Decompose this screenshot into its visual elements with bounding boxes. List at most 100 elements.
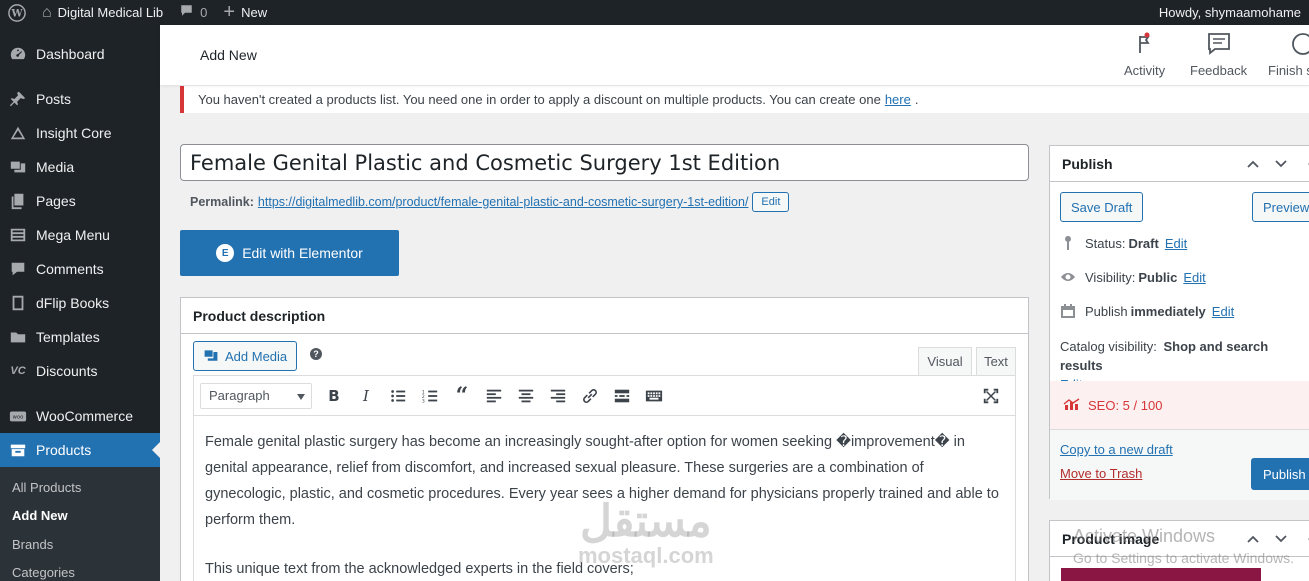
notice-here-link[interactable]: here: [885, 92, 911, 107]
permalink: Permalink: https://digitalmedlib.com/pro…: [190, 191, 790, 213]
insert-link-button[interactable]: [574, 382, 606, 410]
publish-button[interactable]: Publish: [1251, 458, 1309, 490]
page-header: Add New Activity Feedback Finish s: [160, 25, 1309, 85]
sidebar-item-products[interactable]: Products: [0, 433, 160, 467]
comments-count: 0: [200, 5, 208, 20]
svg-text:woo: woo: [13, 415, 24, 421]
sidebar-item-mega-menu[interactable]: Mega Menu: [0, 218, 160, 252]
visibility-row: Visibility: Public Edit: [1060, 269, 1206, 285]
visibility-value: Public: [1138, 269, 1178, 285]
book-icon: [8, 294, 28, 312]
blockquote-button[interactable]: “: [446, 382, 478, 410]
site-name-link[interactable]: ⌂ Digital Medical Lib: [34, 0, 171, 25]
feedback-button[interactable]: Feedback: [1190, 31, 1247, 78]
media-icon: [204, 350, 218, 361]
publish-date-value: immediately: [1130, 303, 1206, 319]
box-arrows: [1246, 157, 1309, 171]
toggle-arrow-icon[interactable]: [1302, 157, 1309, 171]
move-to-trash-link[interactable]: Move to Trash: [1060, 466, 1142, 481]
read-more-button[interactable]: [606, 382, 638, 410]
copy-to-draft-link[interactable]: Copy to a new draft: [1060, 442, 1173, 457]
menu-icon: [8, 226, 28, 244]
page-title: Add New: [200, 47, 257, 63]
submenu-all-products[interactable]: All Products: [0, 473, 160, 502]
format-select[interactable]: Paragraph: [200, 382, 312, 409]
align-left-button[interactable]: [478, 382, 510, 410]
mostaql-logo-text: مستقل: [580, 497, 712, 546]
sidebar-item-comments[interactable]: Comments: [0, 252, 160, 286]
sidebar-item-posts[interactable]: Posts: [0, 82, 160, 116]
status-row: Status: Draft Edit: [1060, 235, 1187, 251]
sidebar-item-insight-core[interactable]: Insight Core: [0, 116, 160, 150]
home-icon: ⌂: [42, 3, 52, 21]
publish-date-edit-link[interactable]: Edit: [1212, 304, 1234, 319]
edit-with-elementor-button[interactable]: E Edit with Elementor: [180, 230, 399, 276]
submenu-brands[interactable]: Brands: [0, 530, 160, 559]
permalink-edit-button[interactable]: Edit: [752, 192, 790, 212]
elementor-icon: E: [216, 244, 235, 262]
folder-icon: [8, 328, 28, 346]
sidebar-item-templates[interactable]: Templates: [0, 320, 160, 354]
tab-text[interactable]: Text: [976, 347, 1016, 375]
tab-visual[interactable]: Visual: [918, 347, 972, 375]
align-center-button[interactable]: [510, 382, 542, 410]
product-image-thumbnail[interactable]: [1061, 568, 1261, 581]
numbered-list-button[interactable]: 123: [414, 382, 446, 410]
add-media-button[interactable]: Add Media: [193, 341, 298, 371]
comment-icon: [8, 260, 28, 278]
align-left-icon: [486, 389, 502, 402]
visibility-edit-link[interactable]: Edit: [1183, 270, 1205, 285]
numbered-list-icon: 123: [422, 389, 438, 404]
new-content-link[interactable]: + New: [215, 0, 275, 25]
circle-icon: [1292, 33, 1309, 55]
activity-button[interactable]: Activity: [1124, 31, 1165, 78]
catalog-visibility-label: Catalog visibility:: [1060, 339, 1157, 354]
align-center-icon: [518, 389, 534, 402]
status-edit-link[interactable]: Edit: [1165, 236, 1187, 251]
help-icon[interactable]: ?: [310, 348, 322, 360]
chevron-up-icon[interactable]: [1246, 157, 1260, 171]
italic-button[interactable]: I: [350, 382, 382, 410]
description-title: Product description: [181, 298, 1028, 334]
pin-icon: [8, 90, 28, 108]
sidebar-item-discounts[interactable]: VC Discounts: [0, 354, 160, 388]
preview-button[interactable]: Preview: [1252, 192, 1309, 222]
sidebar-item-woocommerce[interactable]: woo WooCommerce: [0, 399, 160, 433]
sidebar-item-label: Dashboard: [36, 46, 105, 62]
sidebar-item-label: Templates: [36, 329, 100, 345]
bullet-list-button[interactable]: [382, 382, 414, 410]
visibility-label: Visibility:: [1085, 269, 1136, 285]
bold-button[interactable]: B: [318, 382, 350, 410]
feedback-icon: [1207, 33, 1230, 55]
toolbar-toggle-button[interactable]: [638, 382, 670, 410]
chevron-down-icon[interactable]: [1274, 157, 1288, 171]
howdy-text: Howdy, shymaamohame: [1158, 5, 1301, 20]
sidebar-item-dashboard[interactable]: Dashboard: [0, 37, 160, 71]
finish-setup-button[interactable]: Finish s: [1268, 31, 1309, 78]
toggle-arrow-icon[interactable]: [1302, 532, 1309, 546]
publish-date-row: Publish immediately Edit: [1060, 303, 1234, 319]
user-account-link[interactable]: Howdy, shymaamohame: [1151, 0, 1309, 25]
submenu-categories[interactable]: Categories: [0, 559, 160, 581]
discount-icon: VC: [10, 365, 26, 377]
save-draft-button[interactable]: Save Draft: [1060, 192, 1144, 222]
sidebar-item-label: Mega Menu: [36, 227, 110, 243]
sidebar-item-dflip-books[interactable]: dFlip Books: [0, 286, 160, 320]
fullscreen-icon: [983, 388, 999, 404]
permalink-slug: female-genital-plastic-and-cosmetic-surg…: [440, 195, 749, 209]
new-label: New: [241, 5, 268, 20]
sidebar-item-media[interactable]: Media: [0, 150, 160, 184]
align-right-button[interactable]: [542, 382, 574, 410]
wordpress-logo[interactable]: W: [0, 0, 34, 25]
product-title-input[interactable]: Female Genital Plastic and Cosmetic Surg…: [180, 144, 1029, 181]
woo-icon: woo: [8, 407, 28, 425]
comment-icon: [179, 3, 194, 23]
sidebar-item-pages[interactable]: Pages: [0, 184, 160, 218]
fullscreen-button[interactable]: [975, 382, 1007, 410]
comments-link[interactable]: 0: [171, 0, 215, 25]
sidebar-item-label: Pages: [36, 193, 76, 209]
permalink-url[interactable]: https://digitalmedlib.com/product/female…: [258, 195, 749, 209]
sidebar-item-label: Discounts: [36, 363, 98, 379]
svg-text:3: 3: [422, 398, 425, 404]
submenu-add-new[interactable]: Add New: [0, 502, 160, 531]
